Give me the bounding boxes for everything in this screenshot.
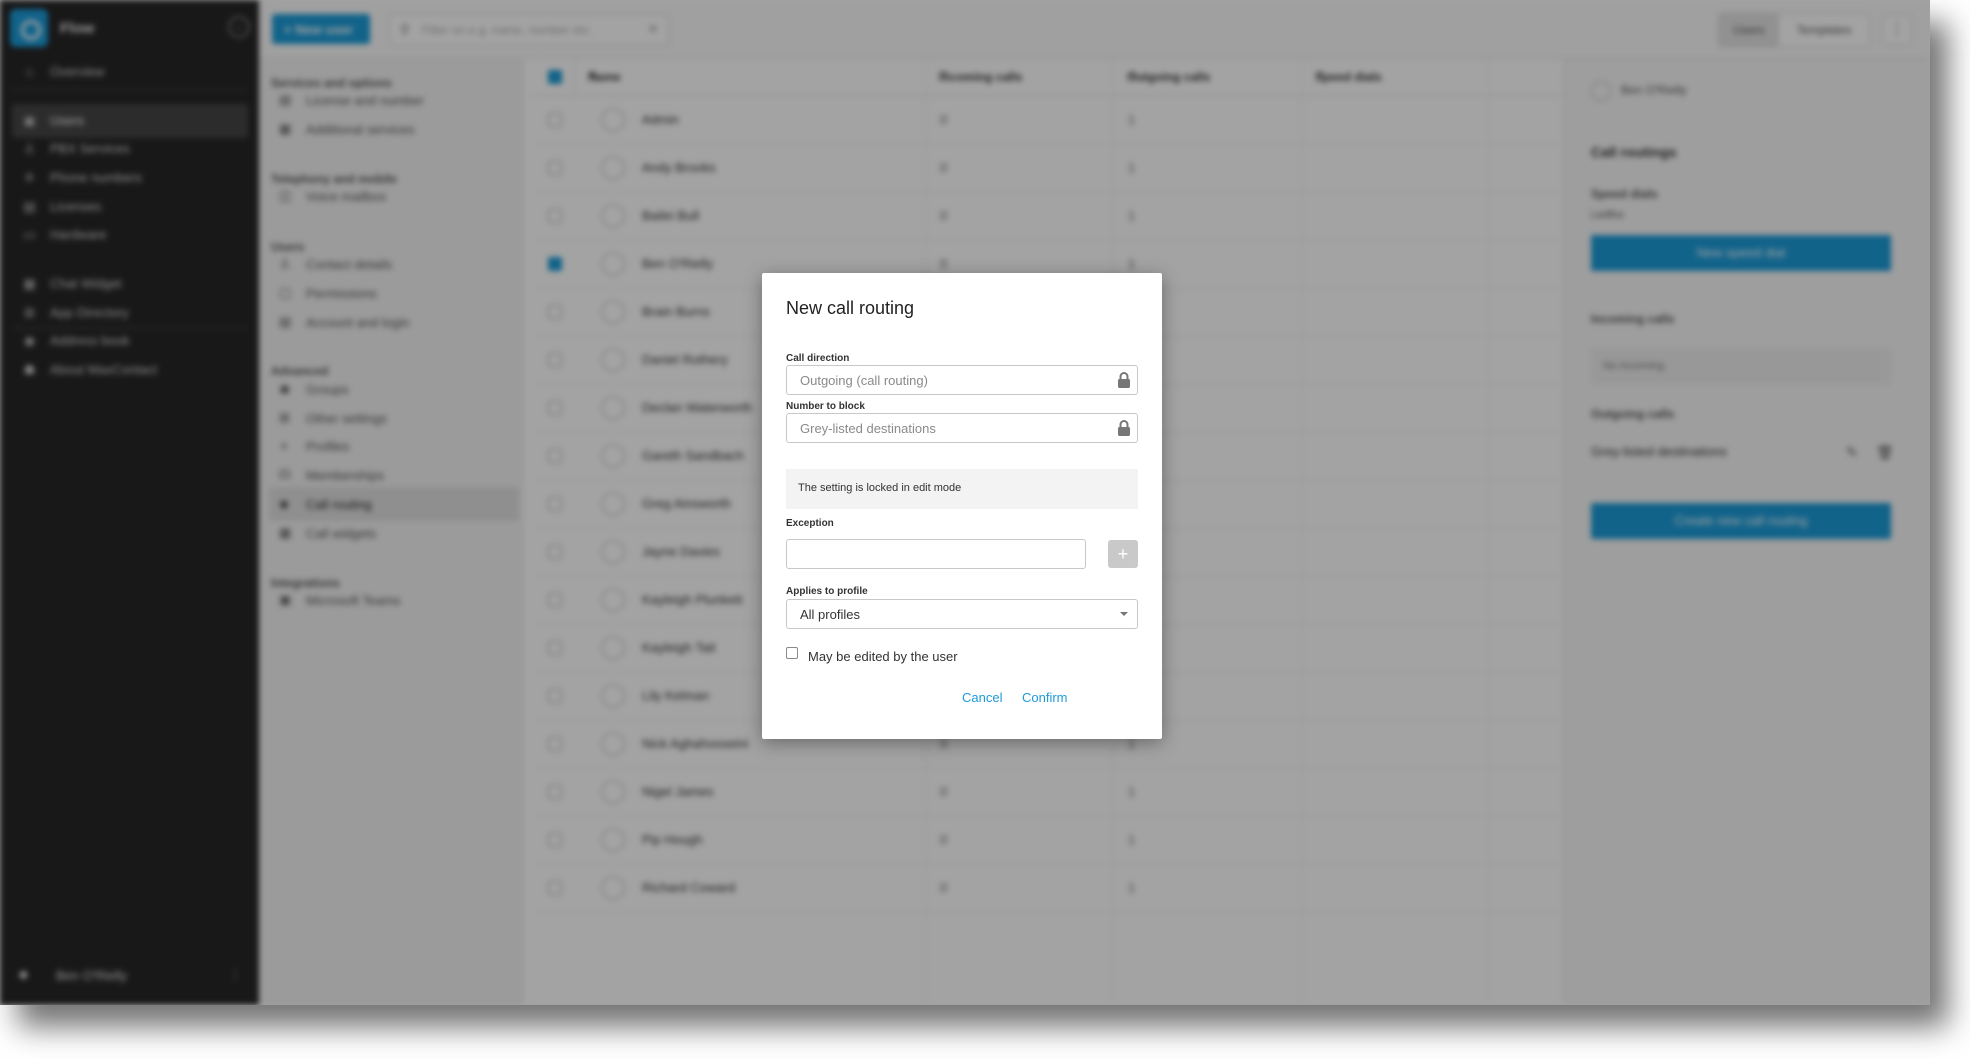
number-to-block-value: Grey-listed destinations [800,421,936,436]
call-direction-field: Outgoing (call routing) [786,365,1138,395]
locked-note: The setting is locked in edit mode [786,469,1138,509]
call-direction-label: Call direction [786,353,850,364]
editable-by-user-checkbox[interactable] [786,647,798,659]
applies-to-profile-value: All profiles [800,607,860,622]
confirm-button[interactable]: Confirm [1022,690,1068,705]
dialog-title: New call routing [786,298,915,318]
cancel-button[interactable]: Cancel [962,690,1002,705]
number-to-block-label: Number to block [786,401,865,412]
add-exception-button[interactable]: + [1108,540,1138,568]
editable-by-user-label[interactable]: May be edited by the user [808,649,958,664]
new-call-routing-dialog: New call routing Call direction Outgoing… [762,273,1162,739]
applies-to-profile-select[interactable]: All profiles [786,599,1138,629]
number-to-block-field: Grey-listed destinations [786,413,1138,443]
chevron-down-icon [1120,612,1128,616]
exception-label: Exception [786,518,834,529]
applies-to-profile-label: Applies to profile [786,586,868,597]
locked-note-text: The setting is locked in edit mode [798,482,962,494]
call-direction-value: Outgoing (call routing) [800,373,928,388]
exception-input[interactable] [786,539,1086,569]
app-window: Flow ‹ ⌂ Overview ▣ Users ♙ PBX Services ✛ Phon… [0,0,1930,1005]
lock-icon [1118,420,1130,436]
plus-icon: + [1117,544,1129,564]
lock-icon [1118,372,1130,388]
